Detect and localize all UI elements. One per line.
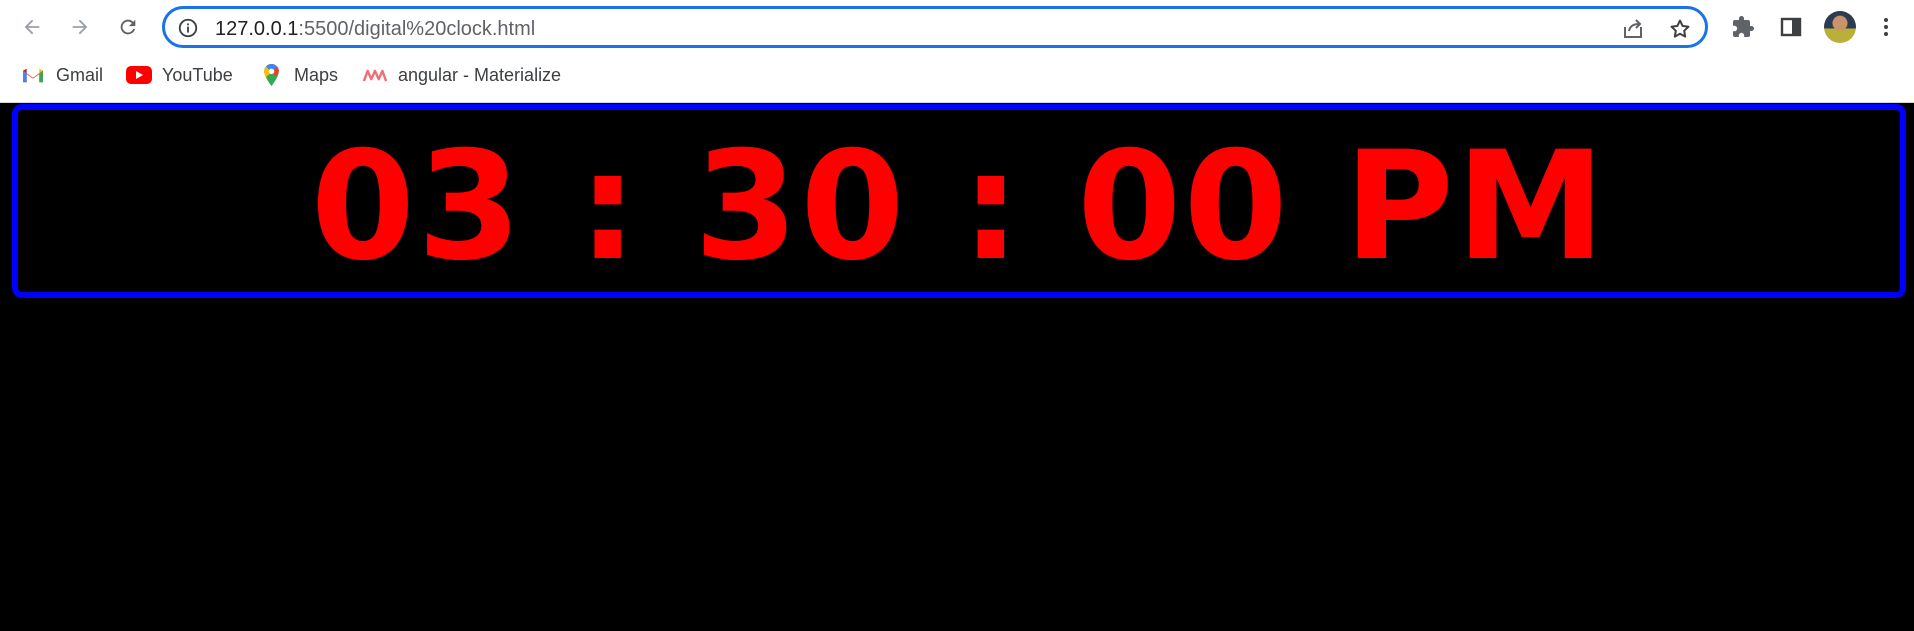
arrow-left-icon — [24, 19, 40, 35]
browser-chrome: 127.0.0.1:5500/digital%20clock.html Gmai… — [0, 0, 1914, 103]
site-info-icon[interactable] — [177, 17, 199, 39]
bookmark-maps[interactable]: Maps — [258, 60, 338, 90]
extensions-button[interactable] — [1729, 13, 1757, 41]
side-panel-button[interactable] — [1777, 13, 1805, 41]
profile-avatar[interactable] — [1824, 11, 1856, 43]
side-panel-icon — [1780, 17, 1802, 37]
bookmark-label: Gmail — [56, 64, 104, 85]
browser-menu-button[interactable] — [1872, 13, 1900, 41]
reload-icon — [120, 19, 136, 35]
more-vertical-icon — [1884, 18, 1888, 36]
digital-clock: 03 : 30 : 00 PM — [12, 104, 1906, 298]
address-bar[interactable]: 127.0.0.1:5500/digital%20clock.html — [162, 6, 1708, 48]
materialize-icon — [362, 64, 388, 86]
bookmark-materialize[interactable]: angular - Materialize — [362, 60, 561, 90]
bookmark-label: Maps — [294, 64, 339, 85]
youtube-icon — [126, 64, 152, 86]
url-path: :5500/digital%20clock.html — [298, 18, 536, 40]
maps-icon — [258, 64, 284, 86]
bookmark-gmail[interactable]: Gmail — [20, 60, 103, 90]
back-button[interactable] — [15, 10, 49, 44]
forward-button[interactable] — [63, 10, 97, 44]
browser-toolbar: 127.0.0.1:5500/digital%20clock.html — [0, 0, 1914, 54]
url-host: 127.0.0.1 — [215, 18, 299, 40]
clock-time: 03 : 30 : 00 PM — [310, 120, 1608, 294]
share-icon[interactable] — [1621, 17, 1645, 41]
bookmark-youtube[interactable]: YouTube — [126, 60, 233, 90]
bookmark-label: YouTube — [162, 64, 233, 85]
url-text[interactable]: 127.0.0.1:5500/digital%20clock.html — [215, 18, 535, 41]
bookmark-star-icon[interactable] — [1668, 17, 1692, 41]
bookmark-label: angular - Materialize — [398, 64, 562, 85]
reload-button[interactable] — [111, 10, 145, 44]
puzzle-icon — [1733, 16, 1754, 37]
arrow-right-icon — [72, 19, 88, 35]
gmail-icon — [20, 64, 46, 86]
bookmarks-bar: Gmail YouTube Maps angular - Materialize — [0, 56, 1914, 92]
